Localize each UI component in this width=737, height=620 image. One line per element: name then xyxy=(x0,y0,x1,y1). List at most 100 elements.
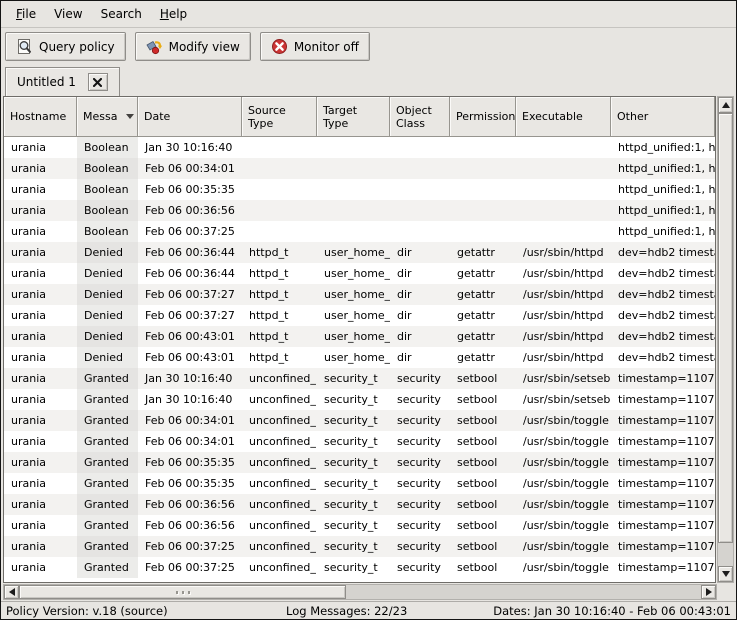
column-header-other[interactable]: Other xyxy=(611,97,715,137)
cell-other: timestamp=11076 xyxy=(611,494,715,515)
column-header-permission[interactable]: Permission xyxy=(450,97,516,137)
horizontal-scrollbar[interactable] xyxy=(3,584,717,600)
log-row[interactable]: uraniaDeniedFeb 06 00:43:01httpd_tuser_h… xyxy=(4,347,715,368)
cell-date: Feb 06 00:34:01 xyxy=(138,410,242,431)
log-row[interactable]: uraniaGrantedJan 30 10:16:40unconfined_s… xyxy=(4,368,715,389)
scroll-right-button[interactable] xyxy=(701,585,716,599)
cell-messa: Denied xyxy=(77,242,138,263)
cell-executable: /usr/sbin/toggle xyxy=(516,494,611,515)
tab-untitled-1[interactable]: Untitled 1 xyxy=(5,67,120,96)
log-row[interactable]: uraniaGrantedFeb 06 00:34:01unconfined_s… xyxy=(4,410,715,431)
log-row[interactable]: uraniaDeniedFeb 06 00:36:44httpd_tuser_h… xyxy=(4,263,715,284)
cell-date: Jan 30 10:16:40 xyxy=(138,389,242,410)
cell-target-type: security_t xyxy=(317,431,390,452)
cell-source-type: unconfined_ xyxy=(242,473,317,494)
cell-messa: Granted xyxy=(77,536,138,557)
cell-object-class: security xyxy=(390,557,450,578)
menu-file[interactable]: File xyxy=(7,4,45,24)
cell-permission: setbool xyxy=(450,452,516,473)
arrow-left-icon xyxy=(9,588,15,596)
vertical-scroll-track[interactable] xyxy=(718,113,733,566)
cell-hostname: urania xyxy=(4,284,77,305)
cell-target-type xyxy=(317,158,390,179)
cell-other: httpd_unified:1, h xyxy=(611,137,715,158)
log-row[interactable]: uraniaGrantedFeb 06 00:36:56unconfined_s… xyxy=(4,515,715,536)
log-row[interactable]: uraniaBooleanFeb 06 00:36:56httpd_unifie… xyxy=(4,200,715,221)
cell-permission xyxy=(450,158,516,179)
cell-hostname: urania xyxy=(4,347,77,368)
log-row[interactable]: uraniaBooleanJan 30 10:16:40httpd_unifie… xyxy=(4,137,715,158)
cell-source-type: httpd_t xyxy=(242,326,317,347)
vertical-scrollbar[interactable] xyxy=(717,96,734,583)
thumb-grip-icon xyxy=(176,591,178,594)
log-row[interactable]: uraniaGrantedFeb 06 00:35:35unconfined_s… xyxy=(4,452,715,473)
modify-view-button[interactable]: Modify view xyxy=(135,32,251,61)
cell-permission xyxy=(450,200,516,221)
cell-object-class xyxy=(390,179,450,200)
cell-messa: Granted xyxy=(77,557,138,578)
column-header-label: Object Class xyxy=(396,104,432,130)
query-policy-button[interactable]: Query policy xyxy=(5,32,126,61)
log-row[interactable]: uraniaBooleanFeb 06 00:37:25httpd_unifie… xyxy=(4,221,715,242)
cell-other: dev=hdb2 timesta xyxy=(611,242,715,263)
cell-permission: getattr xyxy=(450,242,516,263)
cell-hostname: urania xyxy=(4,200,77,221)
cell-source-type xyxy=(242,200,317,221)
column-header-messa[interactable]: Messa xyxy=(77,97,138,137)
scroll-left-button[interactable] xyxy=(4,585,19,599)
log-row[interactable]: uraniaGrantedJan 30 10:16:40unconfined_s… xyxy=(4,389,715,410)
cell-hostname: urania xyxy=(4,515,77,536)
cell-executable: /usr/sbin/httpd xyxy=(516,326,611,347)
menu-view[interactable]: View xyxy=(45,4,91,24)
cell-hostname: urania xyxy=(4,305,77,326)
cell-target-type: user_home_ xyxy=(317,284,390,305)
cell-date: Feb 06 00:35:35 xyxy=(138,473,242,494)
log-row[interactable]: uraniaDeniedFeb 06 00:43:01httpd_tuser_h… xyxy=(4,326,715,347)
cell-object-class: security xyxy=(390,452,450,473)
cell-target-type: security_t xyxy=(317,473,390,494)
cell-other: dev=hdb2 timesta xyxy=(611,263,715,284)
tab-close-button[interactable] xyxy=(88,73,108,91)
cell-date: Jan 30 10:16:40 xyxy=(138,368,242,389)
log-row[interactable]: uraniaDeniedFeb 06 00:37:27httpd_tuser_h… xyxy=(4,305,715,326)
column-header-target-type[interactable]: Target Type xyxy=(317,97,390,137)
cell-source-type: httpd_t xyxy=(242,242,317,263)
cell-messa: Denied xyxy=(77,347,138,368)
horizontal-scroll-track[interactable] xyxy=(19,585,701,599)
log-row[interactable]: uraniaGrantedFeb 06 00:37:25unconfined_s… xyxy=(4,536,715,557)
log-row[interactable]: uraniaDeniedFeb 06 00:37:27httpd_tuser_h… xyxy=(4,284,715,305)
cell-messa: Boolean xyxy=(77,179,138,200)
log-row[interactable]: uraniaGrantedFeb 06 00:37:25unconfined_s… xyxy=(4,557,715,578)
monitor-off-button[interactable]: Monitor off xyxy=(260,32,370,61)
cell-hostname: urania xyxy=(4,221,77,242)
cell-date: Feb 06 00:43:01 xyxy=(138,326,242,347)
horizontal-scroll-thumb[interactable] xyxy=(19,585,346,599)
cell-date: Feb 06 00:43:01 xyxy=(138,347,242,368)
cell-hostname: urania xyxy=(4,137,77,158)
column-header-hostname[interactable]: Hostname xyxy=(4,97,77,137)
log-row[interactable]: uraniaBooleanFeb 06 00:35:35httpd_unifie… xyxy=(4,179,715,200)
cell-hostname: urania xyxy=(4,536,77,557)
log-row[interactable]: uraniaGrantedFeb 06 00:35:35unconfined_s… xyxy=(4,473,715,494)
cell-executable: /usr/sbin/toggle xyxy=(516,473,611,494)
column-header-executable[interactable]: Executable xyxy=(516,97,611,137)
log-row[interactable]: uraniaBooleanFeb 06 00:34:01httpd_unifie… xyxy=(4,158,715,179)
scroll-up-button[interactable] xyxy=(718,97,733,113)
column-header-source-type[interactable]: Source Type xyxy=(242,97,317,137)
log-row[interactable]: uraniaGrantedFeb 06 00:34:01unconfined_s… xyxy=(4,431,715,452)
cell-messa: Granted xyxy=(77,389,138,410)
cell-executable xyxy=(516,179,611,200)
cell-other: timestamp=11071 xyxy=(611,389,715,410)
log-row[interactable]: uraniaDeniedFeb 06 00:36:44httpd_tuser_h… xyxy=(4,242,715,263)
cell-object-class: security xyxy=(390,473,450,494)
vertical-scroll-thumb[interactable] xyxy=(718,113,733,543)
cell-hostname: urania xyxy=(4,452,77,473)
log-row[interactable]: uraniaGrantedFeb 06 00:36:56unconfined_s… xyxy=(4,494,715,515)
scroll-down-button[interactable] xyxy=(718,566,733,582)
menu-search[interactable]: Search xyxy=(92,4,151,24)
column-header-date[interactable]: Date xyxy=(138,97,242,137)
column-header-object-class[interactable]: Object Class xyxy=(390,97,450,137)
cell-executable xyxy=(516,200,611,221)
cell-date: Feb 06 00:37:25 xyxy=(138,221,242,242)
menu-help[interactable]: Help xyxy=(151,4,196,24)
